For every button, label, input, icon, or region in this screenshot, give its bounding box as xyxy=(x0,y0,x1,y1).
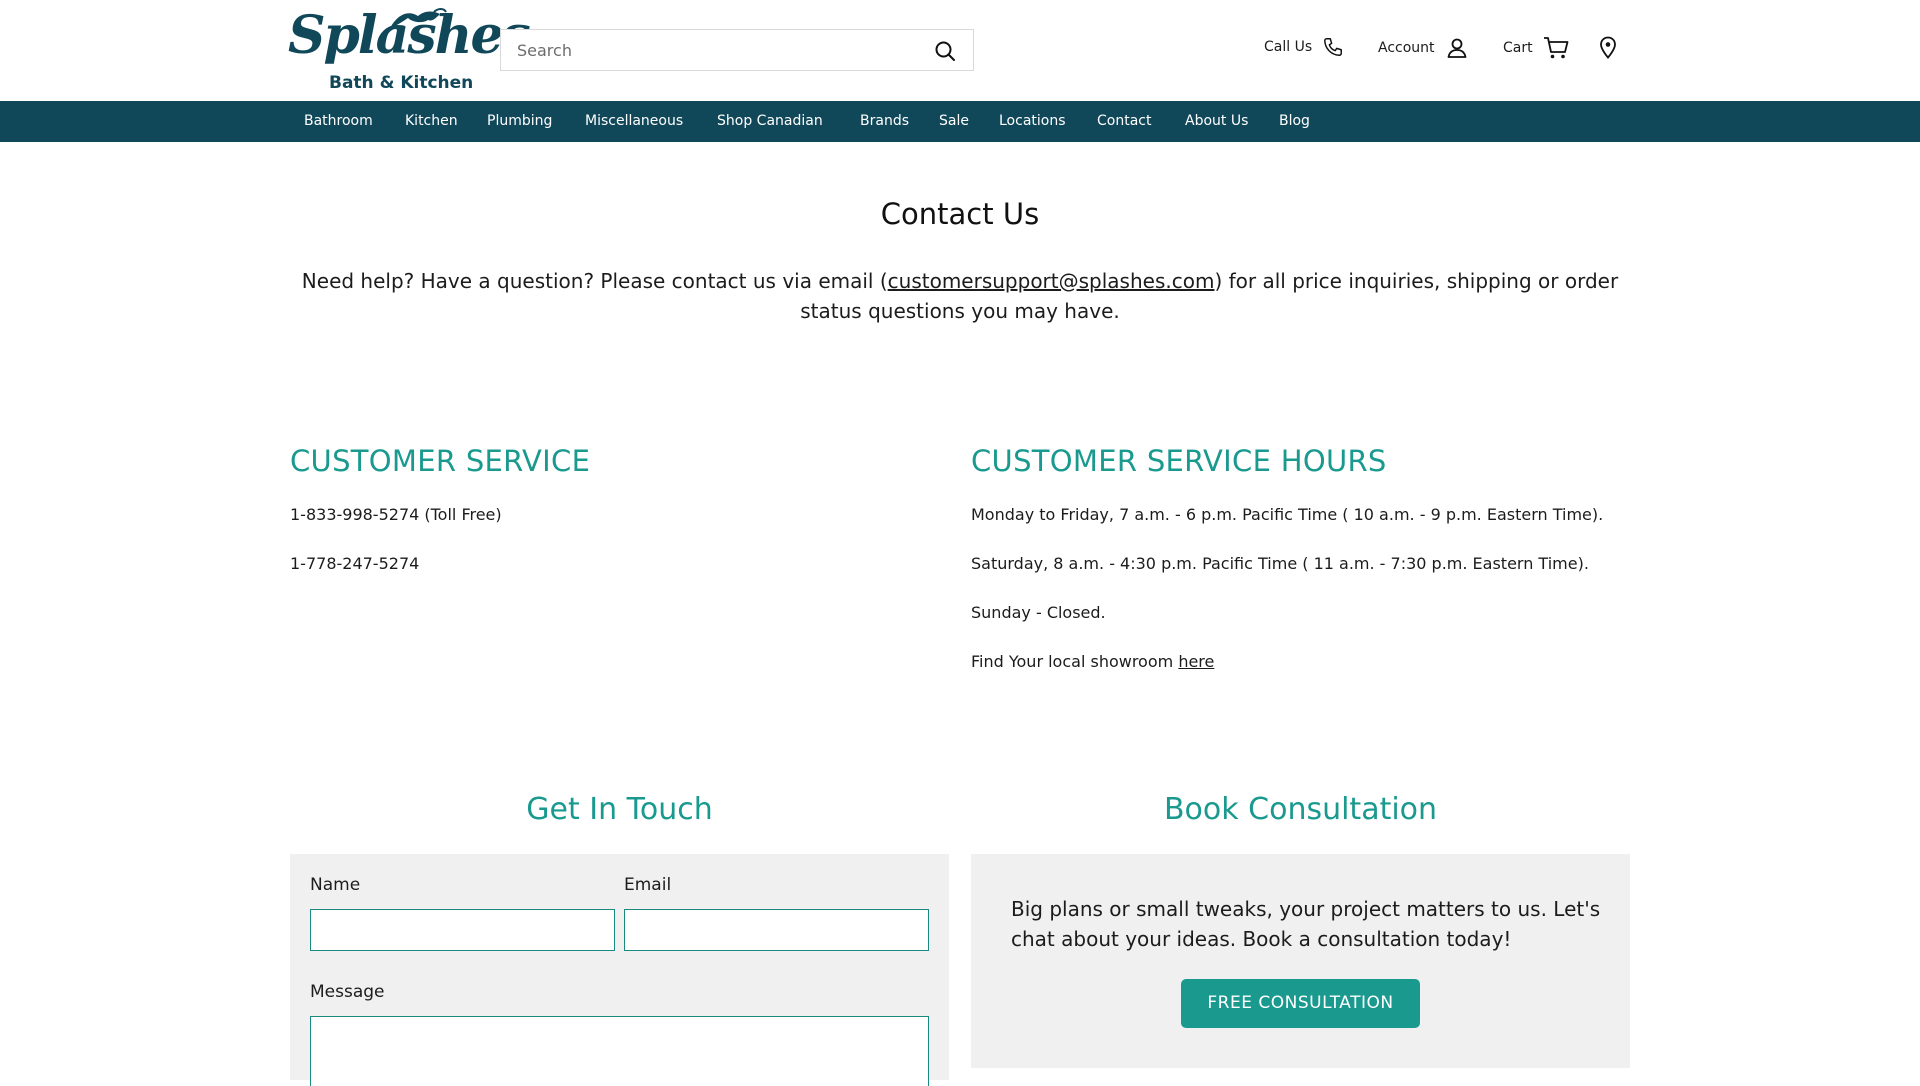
water-splash-icon xyxy=(390,8,447,28)
message-label: Message xyxy=(310,982,385,1002)
email-field[interactable] xyxy=(624,909,929,951)
phone-local: 1-778-247-5274 xyxy=(290,554,420,573)
user-icon xyxy=(1447,38,1466,58)
search-icon[interactable] xyxy=(933,39,957,63)
cart-link[interactable]: Cart xyxy=(1503,36,1569,60)
contact-form: Name Email Message xyxy=(290,854,949,1086)
store-locator-link[interactable] xyxy=(1598,36,1618,60)
logo-subtitle: Bath & Kitchen xyxy=(329,73,474,93)
page-title: Contact Us xyxy=(880,197,1040,231)
nav-item-blog[interactable]: Blog xyxy=(1279,101,1310,142)
intro-paragraph: Need help? Have a question? Please conta… xyxy=(288,266,1632,326)
name-field[interactable] xyxy=(310,909,615,951)
phone-icon xyxy=(1324,38,1343,56)
nav-item-sale[interactable]: Sale xyxy=(939,101,969,142)
call-us-link[interactable]: Call Us xyxy=(1264,36,1344,58)
nav-item-kitchen[interactable]: Kitchen xyxy=(405,101,458,142)
intro-text-start: Need help? Have a question? Please conta… xyxy=(301,269,888,293)
get-in-touch-heading: Get In Touch xyxy=(526,792,713,827)
consultation-panel: Big plans or small tweaks, your project … xyxy=(971,854,1630,1068)
main-navigation: Bathroom Kitchen Plumbing Miscellaneous … xyxy=(0,101,1920,142)
cart-icon xyxy=(1543,37,1569,59)
site-header: Splashes Bath & Kitchen Call Us Account … xyxy=(0,0,1920,101)
customer-service-hours-heading: CUSTOMER SERVICE HOURS xyxy=(971,444,1387,478)
book-consultation-heading: Book Consultation xyxy=(1163,792,1438,827)
hours-sunday: Sunday - Closed. xyxy=(971,603,1106,622)
nav-item-miscellaneous[interactable]: Miscellaneous xyxy=(585,101,683,142)
nav-item-contact[interactable]: Contact xyxy=(1097,101,1151,142)
splashes-logo[interactable]: Splashes Bath & Kitchen xyxy=(288,6,531,96)
showroom-line: Find Your local showroom here xyxy=(971,652,1214,671)
nav-item-locations[interactable]: Locations xyxy=(999,101,1066,142)
name-label: Name xyxy=(310,875,361,895)
email-label: Email xyxy=(624,875,672,895)
hours-saturday: Saturday, 8 a.m. - 4:30 p.m. Pacific Tim… xyxy=(971,554,1589,573)
customer-service-heading: CUSTOMER SERVICE xyxy=(290,444,591,478)
phone-toll-free: 1-833-998-5274 (Toll Free) xyxy=(290,505,502,524)
account-link[interactable]: Account xyxy=(1378,36,1469,60)
call-us-label: Call Us xyxy=(1264,39,1313,55)
support-email-link[interactable]: customersupport@splashes.com xyxy=(888,269,1215,293)
search-bar xyxy=(500,29,974,71)
showroom-text: Find Your local showroom xyxy=(971,652,1179,671)
cart-label: Cart xyxy=(1503,40,1533,56)
nav-item-about-us[interactable]: About Us xyxy=(1185,101,1248,142)
location-pin-icon xyxy=(1600,36,1616,59)
nav-item-plumbing[interactable]: Plumbing xyxy=(487,101,552,142)
nav-item-brands[interactable]: Brands xyxy=(860,101,909,142)
showroom-here-link[interactable]: here xyxy=(1178,652,1214,671)
hours-weekdays: Monday to Friday, 7 a.m. - 6 p.m. Pacifi… xyxy=(971,505,1604,524)
nav-item-shop-canadian[interactable]: Shop Canadian xyxy=(717,101,823,142)
consultation-text: Big plans or small tweaks, your project … xyxy=(1011,897,1601,951)
free-consultation-button[interactable]: FREE CONSULTATION xyxy=(1181,979,1420,1028)
account-label: Account xyxy=(1378,40,1435,56)
search-input[interactable] xyxy=(501,30,911,70)
nav-item-bathroom[interactable]: Bathroom xyxy=(304,101,373,142)
message-field[interactable] xyxy=(310,1016,929,1086)
